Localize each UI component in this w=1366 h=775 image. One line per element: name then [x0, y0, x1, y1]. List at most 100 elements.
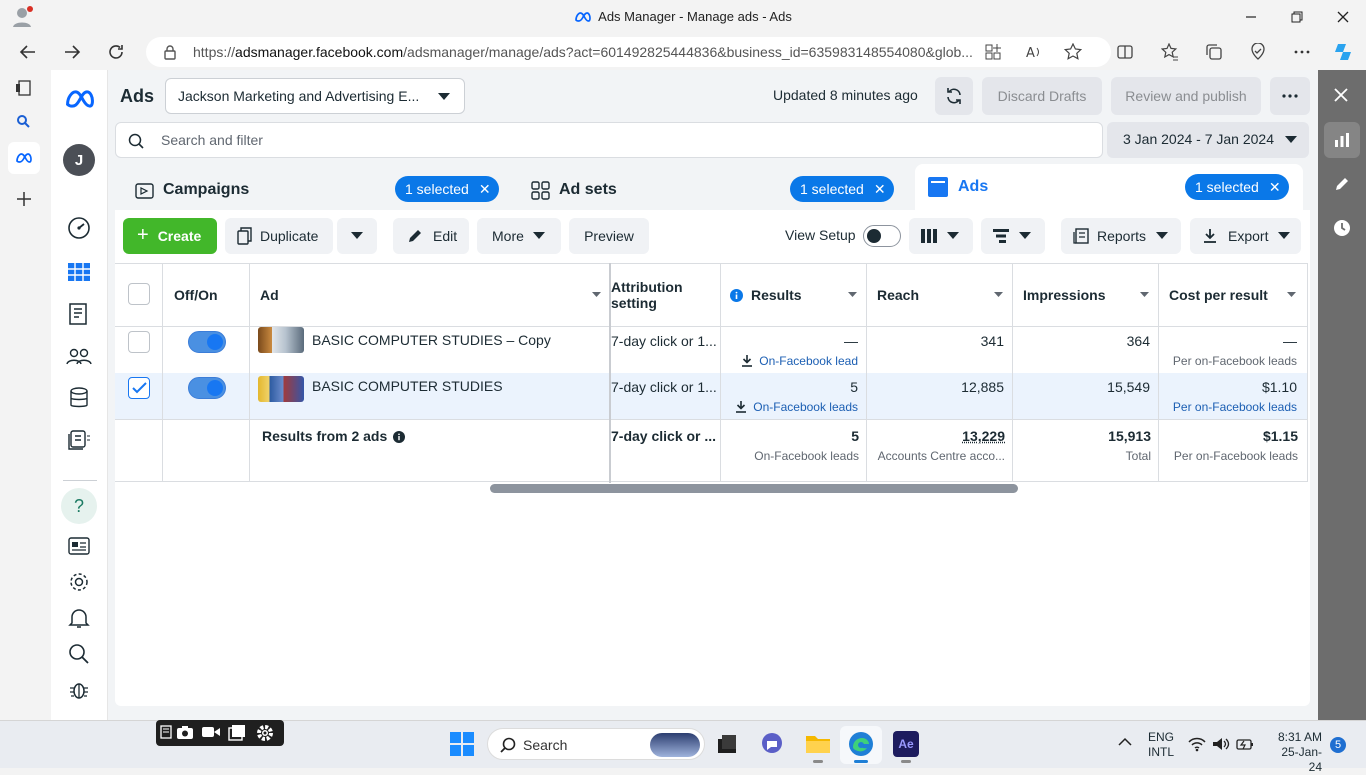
select-all-checkbox[interactable]	[128, 283, 150, 305]
windows-start-icon[interactable]	[449, 731, 475, 757]
after-effects-icon[interactable]: Ae	[893, 731, 919, 757]
news-feed-icon[interactable]	[67, 534, 91, 558]
tab-ads[interactable]: Ads 1 selected ✕	[915, 164, 1303, 210]
history-clock-icon[interactable]	[1324, 210, 1360, 246]
camera-icon[interactable]	[176, 724, 194, 740]
more-menu-icon[interactable]	[1290, 40, 1314, 64]
reports-button[interactable]: Reports	[1061, 218, 1181, 254]
gallery-icon[interactable]	[228, 724, 246, 741]
forward-arrow-icon[interactable]	[60, 40, 84, 64]
audiences-icon[interactable]	[66, 344, 92, 368]
language-indicator[interactable]: ENG INTL	[1148, 730, 1174, 760]
summary-reach[interactable]: 13,229	[868, 428, 1005, 444]
read-aloud-icon[interactable]: A	[1021, 40, 1045, 64]
review-publish-button[interactable]: Review and publish	[1111, 77, 1261, 115]
clear-selection-icon[interactable]: ✕	[479, 181, 491, 197]
meta-tab-icon[interactable]	[8, 142, 40, 174]
column-header-ad[interactable]: Ad	[260, 263, 605, 327]
dashboard-gauge-icon[interactable]	[67, 216, 91, 240]
row-checkbox[interactable]	[128, 331, 150, 353]
minimize-button[interactable]	[1239, 6, 1263, 28]
column-header-impressions[interactable]: Impressions	[1023, 263, 1156, 327]
tab-campaigns[interactable]: Campaigns 1 selected ✕	[123, 166, 511, 212]
ad-on-off-toggle[interactable]	[188, 377, 226, 399]
taskbar-search-box[interactable]: Search	[487, 728, 705, 760]
help-icon[interactable]: ?	[61, 488, 97, 524]
edit-button[interactable]: Edit	[393, 218, 469, 254]
refresh-icon[interactable]	[104, 40, 128, 64]
results-type-link[interactable]: On-Facebook lead	[722, 354, 858, 368]
search-tab-icon[interactable]	[16, 114, 32, 130]
preview-button[interactable]: Preview	[569, 218, 649, 254]
close-window-button[interactable]	[1331, 6, 1355, 28]
info-icon[interactable]	[393, 431, 406, 443]
media-library-icon[interactable]	[67, 428, 91, 452]
account-avatar[interactable]: J	[63, 144, 95, 176]
capture-settings-gear-icon[interactable]	[255, 723, 275, 743]
ad-sets-selected-pill[interactable]: 1 selected ✕	[790, 176, 894, 202]
favorite-star-icon[interactable]	[1061, 40, 1085, 64]
system-clock[interactable]: 8:31 AM 25-Jan-24	[1268, 730, 1322, 775]
tab-actions-icon[interactable]	[15, 79, 33, 97]
notification-badge[interactable]: 5	[1330, 737, 1346, 753]
address-bar[interactable]: https://adsmanager.facebook.com/adsmanag…	[146, 37, 1111, 67]
back-arrow-icon[interactable]	[16, 40, 40, 64]
insights-chart-icon[interactable]	[1324, 122, 1360, 158]
settings-gear-icon[interactable]	[67, 570, 91, 594]
discard-drafts-button[interactable]: Discard Drafts	[982, 77, 1102, 115]
file-explorer-icon[interactable]	[805, 732, 831, 758]
more-options-button[interactable]	[1270, 77, 1310, 115]
refresh-button[interactable]	[935, 77, 973, 115]
reports-document-icon[interactable]	[67, 302, 91, 326]
new-tab-plus-icon[interactable]	[15, 190, 33, 208]
close-pane-icon[interactable]	[1333, 87, 1349, 103]
export-button[interactable]: Export	[1190, 218, 1301, 254]
teams-chat-icon[interactable]	[760, 732, 786, 758]
results-type-link[interactable]: On-Facebook leads	[722, 400, 858, 414]
report-bug-icon[interactable]	[67, 678, 91, 702]
columns-button[interactable]	[909, 218, 973, 254]
ad-on-off-toggle[interactable]	[188, 331, 226, 353]
column-header-offon[interactable]: Off/On	[174, 263, 218, 327]
meta-logo-icon[interactable]	[64, 88, 96, 110]
column-header-results[interactable]: Results	[730, 263, 862, 327]
account-selector[interactable]: Jackson Marketing and Advertising E...	[165, 78, 465, 114]
campaigns-selected-pill[interactable]: 1 selected ✕	[395, 176, 499, 202]
horizontal-scrollbar[interactable]	[490, 484, 1018, 493]
browser-essentials-icon[interactable]	[1246, 40, 1270, 64]
column-header-reach[interactable]: Reach	[877, 263, 1010, 327]
edit-pencil-icon[interactable]	[1324, 166, 1360, 202]
notifications-bell-icon[interactable]	[67, 606, 91, 630]
column-header-attribution[interactable]: Attribution setting	[611, 263, 716, 327]
battery-icon[interactable]	[1236, 737, 1254, 751]
ad-name-link[interactable]: BASIC COMPUTER STUDIES – Copy	[312, 332, 551, 348]
clear-selection-icon[interactable]: ✕	[874, 181, 886, 197]
date-range-picker[interactable]: 3 Jan 2024 - 7 Jan 2024	[1107, 122, 1309, 158]
wifi-icon[interactable]	[1188, 736, 1206, 752]
taskbar-app-icon[interactable]	[716, 733, 742, 759]
duplicate-button[interactable]: Duplicate	[225, 218, 333, 254]
column-header-cost-per-result[interactable]: Cost per result	[1169, 263, 1305, 327]
breakdown-button[interactable]	[981, 218, 1045, 254]
database-icon[interactable]	[67, 386, 91, 410]
row-checkbox-checked[interactable]	[128, 377, 150, 399]
ads-table-icon[interactable]	[67, 260, 91, 284]
volume-icon[interactable]	[1212, 736, 1230, 752]
copilot-icon[interactable]	[1331, 40, 1355, 64]
favorites-icon[interactable]	[1158, 40, 1182, 64]
screenshot-icon[interactable]	[160, 724, 174, 740]
more-button[interactable]: More	[477, 218, 561, 254]
ad-name-link[interactable]: BASIC COMPUTER STUDIES	[312, 378, 503, 394]
tab-ad-sets[interactable]: Ad sets 1 selected ✕	[519, 166, 907, 212]
search-filter-input[interactable]: Search and filter	[115, 122, 1103, 158]
apps-icon[interactable]	[981, 40, 1005, 64]
clear-selection-icon[interactable]: ✕	[1269, 179, 1281, 195]
duplicate-dropdown-button[interactable]	[337, 218, 377, 254]
view-setup-toggle[interactable]	[863, 225, 901, 247]
ads-selected-pill[interactable]: 1 selected ✕	[1185, 174, 1289, 200]
restore-button[interactable]	[1285, 6, 1309, 28]
split-screen-icon[interactable]	[1113, 40, 1137, 64]
search-icon[interactable]	[67, 642, 91, 666]
video-record-icon[interactable]	[201, 725, 221, 739]
collections-icon[interactable]	[1202, 40, 1226, 64]
